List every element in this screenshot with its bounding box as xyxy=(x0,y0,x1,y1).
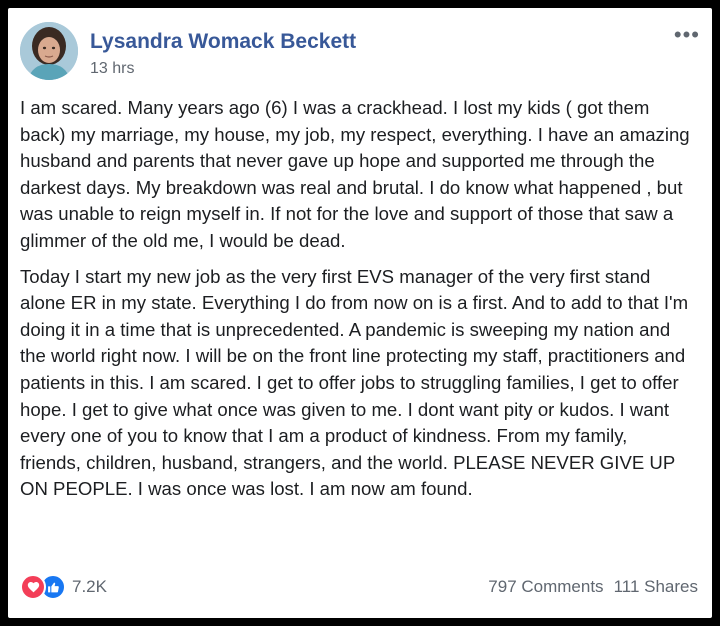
reactions-count: 7.2K xyxy=(72,577,107,596)
post-timestamp[interactable]: 13 hrs xyxy=(90,60,134,78)
reactions-summary[interactable]: 7.2K xyxy=(20,574,107,600)
shares-count[interactable]: 111 Shares xyxy=(614,577,698,597)
avatar-photo xyxy=(20,22,78,80)
comments-count[interactable]: 797 Comments xyxy=(488,577,603,597)
love-icon xyxy=(20,574,46,600)
post-paragraph-2: Today I start my new job as the very fir… xyxy=(20,265,689,500)
author-name[interactable]: Lysandra Womack Beckett xyxy=(90,30,356,54)
post-footer: 7.2K 797 Comments 111 Shares xyxy=(20,574,698,600)
post-paragraph-1: I am scared. Many years ago (6) I was a … xyxy=(20,97,690,251)
post-body: I am scared. Many years ago (6) I was a … xyxy=(20,95,692,512)
post-card: Lysandra Womack Beckett 13 hrs ••• I am … xyxy=(8,8,712,618)
more-options-icon[interactable]: ••• xyxy=(674,24,700,46)
avatar[interactable] xyxy=(20,22,78,80)
